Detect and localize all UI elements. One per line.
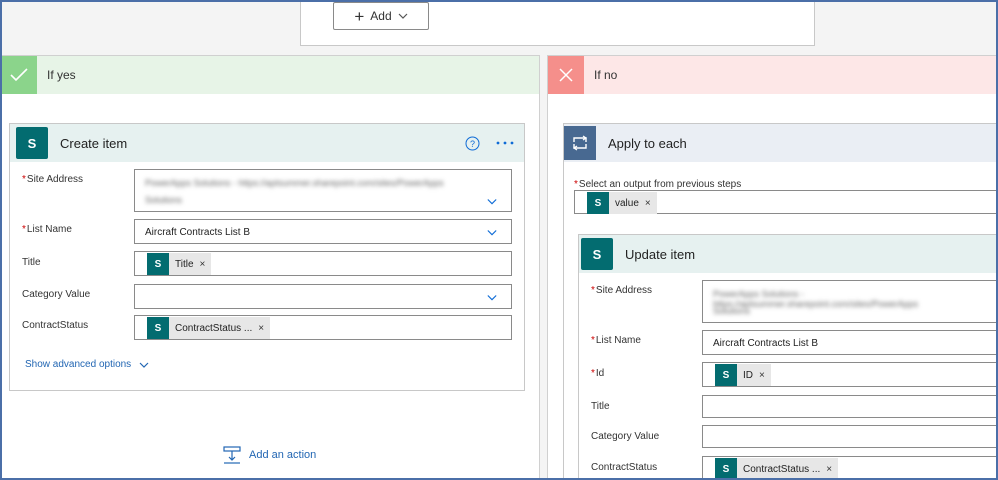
update-list-name-field[interactable]: Aircraft Contracts List B [702, 330, 998, 355]
contract-status-token-label: ContractStatus ... [175, 322, 253, 334]
if-yes-header: If yes [1, 56, 539, 94]
update-category-value-label: Category Value [591, 431, 660, 442]
if-no-title: If no [594, 68, 618, 82]
title-label: Title [22, 257, 41, 268]
id-token-label: ID [743, 369, 753, 381]
apply-to-each-title: Apply to each [608, 135, 687, 151]
remove-token-icon[interactable]: × [826, 464, 832, 475]
show-advanced-options-label: Show advanced options [25, 359, 132, 370]
list-name-value: Aircraft Contracts List B [145, 227, 251, 238]
site-address-value-line2: Solutions [145, 195, 183, 205]
update-site-address-label: *Site Address [591, 285, 653, 296]
add-button-label: Add [370, 9, 392, 23]
loop-icon [564, 126, 596, 160]
checkmark-icon [1, 56, 37, 94]
title-token-label: Title [175, 258, 194, 270]
contract-status-field[interactable]: S ContractStatus ... × [134, 315, 512, 340]
add-an-action-button[interactable]: Add an action [223, 446, 316, 464]
show-advanced-options-link[interactable]: Show advanced options [25, 359, 149, 370]
create-item-title: Create item [60, 135, 128, 151]
select-output-field[interactable]: S value × [574, 190, 998, 214]
contract-status-token[interactable]: S ContractStatus ... × [147, 317, 271, 339]
add-an-action-label: Add an action [249, 449, 317, 461]
site-address-field[interactable]: PowerApps Solutions - https://aptsummer.… [134, 169, 512, 212]
value-token-label: value [615, 197, 639, 209]
remove-token-icon[interactable]: × [258, 323, 264, 334]
apply-to-each-card: Apply to each *Select an output from pre… [563, 123, 998, 480]
remove-token-icon[interactable]: × [759, 370, 765, 381]
if-yes-title: If yes [47, 68, 76, 82]
update-title-field[interactable] [702, 395, 998, 418]
contract-status-label: ContractStatus [22, 320, 89, 331]
id-token[interactable]: S ID × [715, 364, 771, 386]
sharepoint-icon: S [581, 238, 613, 270]
update-contract-status-label: ContractStatus [591, 462, 658, 473]
update-title-label: Title [591, 401, 610, 412]
sharepoint-icon: S [715, 364, 737, 386]
plus-icon: + [354, 6, 365, 26]
sharepoint-icon: S [147, 317, 169, 339]
chevron-down-icon [139, 362, 149, 368]
category-value-label: Category Value [22, 289, 91, 300]
value-token[interactable]: S value × [587, 192, 657, 214]
chevron-down-icon[interactable] [487, 228, 497, 238]
svg-text:?: ? [469, 139, 474, 149]
chevron-down-icon [398, 11, 408, 21]
update-site-address-field[interactable]: PowerApps Solutions - https://aptsummer.… [702, 280, 998, 323]
update-id-label: *Id [591, 368, 605, 379]
update-item-card: S Update item *Site Address PowerApps So… [578, 234, 998, 480]
update-contract-status-token[interactable]: S ContractStatus ... × [715, 458, 839, 480]
category-value-field[interactable] [134, 284, 512, 309]
sharepoint-icon: S [147, 253, 169, 275]
update-site-address-value-line1: PowerApps Solutions - https://aptsummer.… [713, 289, 919, 309]
update-contract-status-field[interactable]: S ContractStatus ... × [702, 456, 998, 480]
update-category-value-field[interactable] [702, 425, 998, 448]
update-item-header[interactable]: S Update item [579, 235, 998, 273]
more-options-icon[interactable] [494, 135, 516, 151]
update-list-name-label: *List Name [591, 335, 641, 346]
list-name-field[interactable]: Aircraft Contracts List B [134, 219, 512, 244]
sharepoint-icon: S [715, 458, 737, 480]
update-contract-status-token-label: ContractStatus ... [743, 463, 821, 475]
if-no-branch: If no Apply to each *Select an output fr… [547, 55, 998, 480]
help-icon[interactable]: ? [464, 135, 480, 151]
close-icon [548, 56, 584, 94]
create-item-header[interactable]: S Create item ? [10, 124, 524, 162]
title-token[interactable]: S Title × [147, 253, 212, 275]
update-list-name-value: Aircraft Contracts List B [713, 338, 819, 349]
site-address-value-line1: PowerApps Solutions - https://aptsummer.… [145, 178, 444, 188]
chevron-down-icon[interactable] [487, 293, 497, 303]
sharepoint-icon: S [587, 192, 609, 214]
site-address-label: *Site Address [22, 174, 84, 185]
add-step-card: + Add [300, 0, 815, 46]
select-output-label: *Select an output from previous steps [574, 179, 742, 190]
remove-token-icon[interactable]: × [200, 259, 206, 270]
sharepoint-icon: S [16, 127, 48, 159]
update-item-title: Update item [625, 246, 696, 262]
title-field[interactable]: S Title × [134, 251, 512, 276]
chevron-down-icon[interactable] [487, 197, 497, 207]
list-name-label: *List Name [22, 224, 72, 235]
if-no-header: If no [548, 56, 997, 94]
add-action-icon [223, 446, 241, 464]
create-item-card: S Create item ? *Site Address PowerApps … [9, 123, 525, 391]
update-id-field[interactable]: S ID × [702, 362, 998, 387]
remove-token-icon[interactable]: × [645, 198, 651, 209]
apply-to-each-header[interactable]: Apply to each [564, 124, 998, 162]
update-site-address-value-line2: Solutions [713, 306, 751, 316]
if-yes-branch: If yes S Create item ? *Site Address Pow… [0, 55, 540, 480]
add-button[interactable]: + Add [333, 2, 429, 30]
